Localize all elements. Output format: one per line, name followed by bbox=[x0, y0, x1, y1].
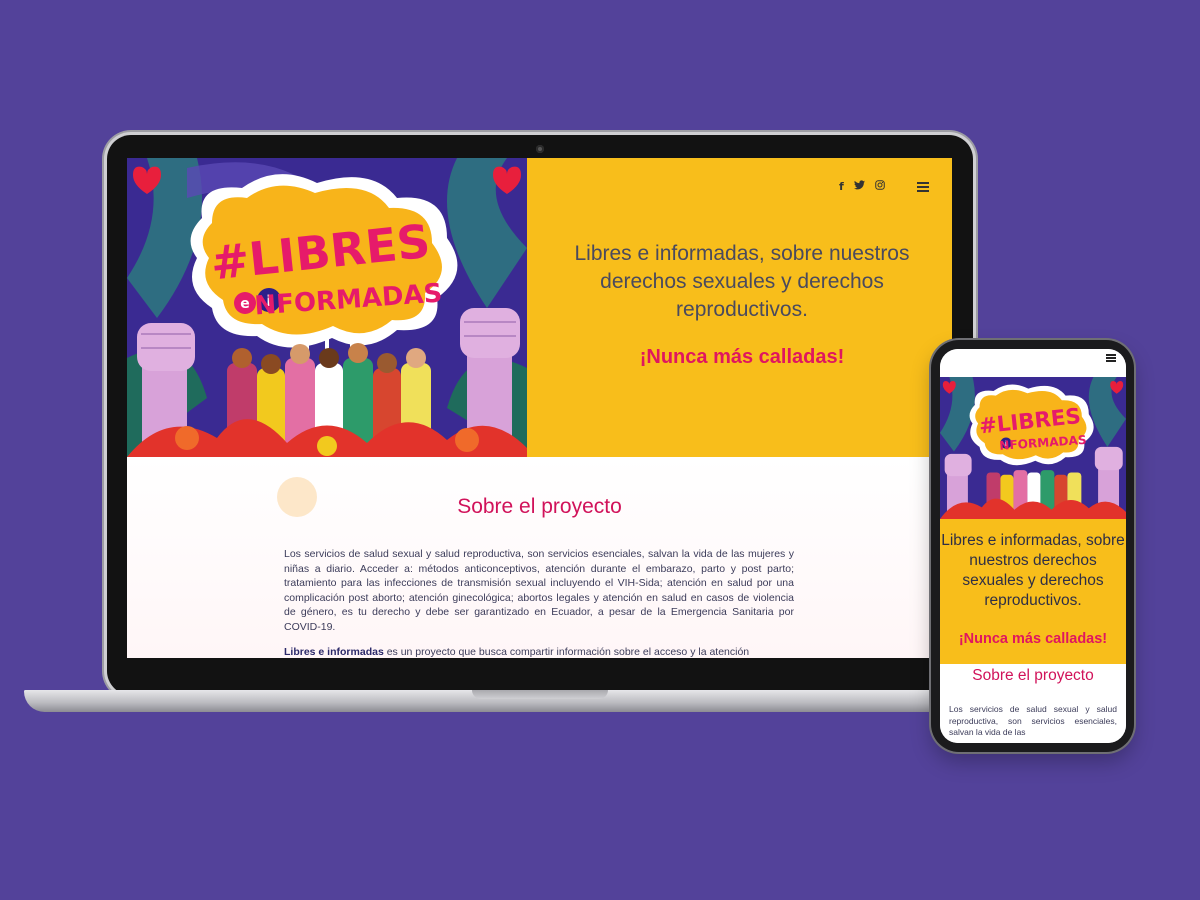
mobile-menu-hamburger-icon[interactable] bbox=[1106, 354, 1116, 362]
hero-heading: Libres e informadas, sobre nuestros dere… bbox=[574, 242, 910, 321]
about-paragraph-2: Libres e informadas es un proyecto que b… bbox=[284, 645, 794, 658]
hero-slogan: ¡Nunca más calladas! bbox=[639, 346, 845, 368]
hero-illustration-art: #LIBRES e i NFORMADAS bbox=[127, 158, 527, 457]
mobile-hero-heading: Libres e informadas, sobre nuestros dere… bbox=[941, 532, 1125, 609]
svg-text:e: e bbox=[240, 296, 250, 312]
laptop-notch bbox=[472, 690, 608, 699]
social-links: f bbox=[839, 180, 885, 193]
mobile-about-title: Sobre el proyecto bbox=[972, 667, 1094, 684]
mobile-about-section: Sobre el proyecto Los servicios de salud… bbox=[940, 664, 1126, 743]
about-paragraph-2-rest: es un proyecto que busca compartir infor… bbox=[383, 646, 750, 658]
mobile-hero-illustration-art: #LIBRES i NFORMADAS bbox=[940, 377, 1126, 519]
twitter-icon[interactable] bbox=[853, 180, 865, 193]
hero-section: #LIBRES e i NFORMADAS f Libres e informa… bbox=[127, 158, 952, 457]
hero-illustration: #LIBRES e i NFORMADAS bbox=[127, 158, 527, 457]
laptop-camera bbox=[536, 145, 544, 153]
mobile-website: #LIBRES i NFORMADAS Libres e informadas,… bbox=[940, 349, 1126, 743]
mobile-hero-illustration: #LIBRES i NFORMADAS bbox=[940, 377, 1126, 519]
about-title: Sobre el proyecto bbox=[457, 495, 622, 518]
mobile-about-text: Los servicios de salud sexual y salud re… bbox=[949, 704, 1117, 737]
mobile-hero-slogan: ¡Nunca más calladas! bbox=[958, 631, 1108, 647]
hero-panel: f Libres e informadas, sobre nuestros de… bbox=[527, 158, 952, 457]
instagram-icon[interactable] bbox=[875, 180, 885, 193]
about-section: Sobre el proyecto Los servicios de salud… bbox=[127, 457, 952, 658]
mobile-topbar bbox=[940, 349, 1126, 377]
about-paragraph-2-bold: Libres e informadas bbox=[284, 646, 384, 658]
facebook-icon[interactable]: f bbox=[839, 180, 844, 193]
desktop-website: #LIBRES e i NFORMADAS f Libres e informa… bbox=[127, 158, 952, 658]
about-paragraph-1: Los servicios de salud sexual y salud re… bbox=[284, 548, 794, 633]
mobile-hero-panel: Libres e informadas, sobre nuestros dere… bbox=[940, 519, 1126, 664]
menu-hamburger-icon[interactable] bbox=[917, 182, 929, 192]
